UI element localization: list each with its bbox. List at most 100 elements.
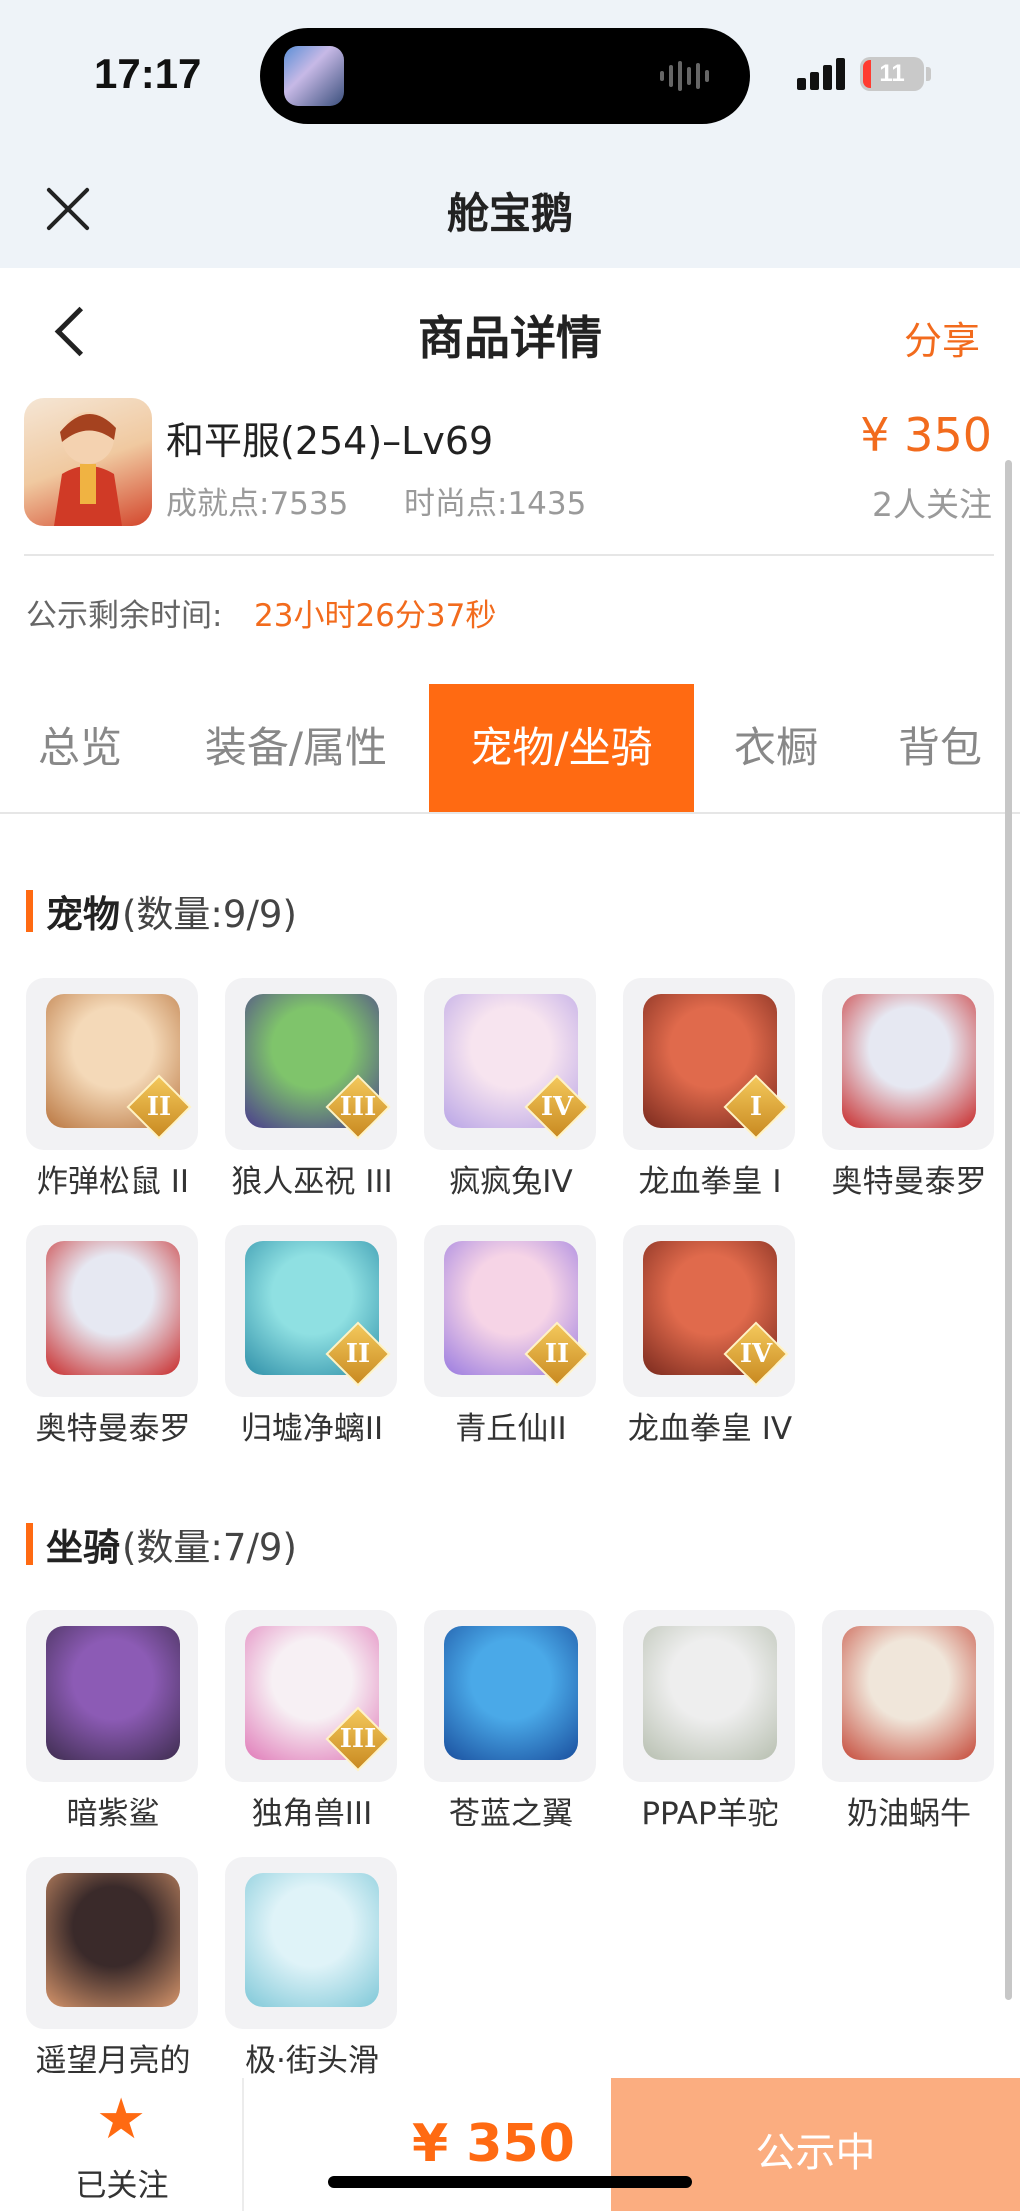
tier-badge-label: III <box>339 1724 377 1754</box>
item-name: 狼人巫祝 III <box>231 1164 393 1200</box>
item-image <box>623 1610 795 1782</box>
item-image <box>26 1225 198 1397</box>
item-card[interactable]: I 龙血拳皇 I <box>623 978 798 1201</box>
home-indicator[interactable] <box>328 2176 692 2188</box>
app-title: 舱宝鹅 <box>446 189 573 238</box>
follow-label: 已关注 <box>75 2168 169 2204</box>
item-name: 遥望月亮的 <box>35 2043 191 2079</box>
item-name: 青丘仙II <box>455 1411 567 1447</box>
item-name: 暗紫鲨 <box>66 1796 160 1832</box>
item-image: III <box>225 978 397 1150</box>
tier-badge-label: I <box>749 1092 763 1122</box>
countdown-label: 公示剩余时间: <box>26 598 223 634</box>
item-name: PPAP羊驼 <box>641 1796 779 1832</box>
pig-mount-icon <box>46 1873 180 2007</box>
pets-section-header: 宠物 (数量:9/9) <box>26 884 426 936</box>
tab-pets-mounts[interactable]: 宠物/坐骑 <box>429 684 694 812</box>
page-title: 商品详情 <box>418 311 602 365</box>
item-image <box>822 1610 994 1782</box>
battery-icon: 11 <box>860 57 924 91</box>
item-image: III <box>225 1610 397 1782</box>
item-card[interactable]: 极·街头滑 <box>225 1857 400 2080</box>
item-card[interactable]: III 狼人巫祝 III <box>225 978 400 1201</box>
item-image <box>26 1610 198 1782</box>
item-card[interactable]: IV 龙血拳皇 IV <box>623 1225 798 1448</box>
tier-badge-label: III <box>339 1092 377 1122</box>
item-card[interactable]: 奥特曼泰罗 <box>26 1225 201 1448</box>
blue-dragon-mount-icon <box>444 1626 578 1760</box>
item-name: 龙血拳皇 I <box>638 1164 782 1200</box>
share-button[interactable]: 分享 <box>904 310 980 365</box>
snail-mount-icon <box>842 1626 976 1760</box>
section-count: (数量:7/9) <box>122 1526 297 1569</box>
item-image: II <box>424 1225 596 1397</box>
tier-badge-label: II <box>544 1339 570 1369</box>
public-status-button[interactable]: 公示中 <box>611 2078 1020 2211</box>
top-header: 17:17 11 舱宝鹅 <box>0 0 1020 268</box>
section-title: 坐骑 <box>46 1526 120 1569</box>
star-icon: ★ <box>96 2087 147 2152</box>
item-name: 独角兽III <box>251 1796 373 1832</box>
item-card[interactable]: 苍蓝之翼 <box>424 1610 599 1833</box>
tab-overview[interactable]: 总览 <box>0 684 160 812</box>
audio-wave-icon <box>660 60 720 92</box>
follow-button[interactable]: ★ 已关注 <box>0 2078 244 2211</box>
item-image: II <box>26 978 198 1150</box>
item-name: 苍蓝之翼 <box>449 1796 573 1832</box>
item-card[interactable]: 奥特曼泰罗 <box>822 978 997 1201</box>
tab-backpack[interactable]: 背包 <box>870 684 1010 812</box>
item-card[interactable]: III 独角兽III <box>225 1610 400 1833</box>
item-name: 奥特曼泰罗 <box>831 1164 987 1200</box>
now-playing-thumbnail <box>284 46 344 106</box>
section-title: 宠物 <box>46 893 120 936</box>
tier-badge-label: II <box>345 1339 371 1369</box>
ultraman-pet-icon <box>46 1241 180 1375</box>
tab-equipment[interactable]: 装备/属性 <box>180 684 412 812</box>
item-card[interactable]: 遥望月亮的 <box>26 1857 201 2080</box>
item-name: 奥特曼泰罗 <box>35 1411 191 1447</box>
item-name: 极·街头滑 <box>245 2043 379 2079</box>
item-card[interactable]: IV 疯疯兔IV <box>424 978 599 1201</box>
item-card[interactable]: 奶油蜗牛 <box>822 1610 997 1833</box>
tier-badge-label: II <box>146 1092 172 1122</box>
achievement-points: 成就点:7535 <box>166 486 349 522</box>
item-card[interactable]: II 炸弹松鼠 II <box>26 978 201 1201</box>
mounts-section-header: 坐骑 (数量:7/9) <box>26 1517 426 1569</box>
item-name: 炸弹松鼠 II <box>36 1164 190 1200</box>
alpaca-mount-icon <box>643 1626 777 1760</box>
product-name: 和平服(254)–Lv69 <box>166 419 494 463</box>
ultraman-pet-icon <box>842 994 976 1128</box>
status-label: 公示中 <box>755 2130 876 2176</box>
bottom-action-bar: ★ 已关注 ¥ 350 公示中 <box>0 2078 1020 2211</box>
item-image <box>424 1610 596 1782</box>
item-image: IV <box>623 1225 795 1397</box>
item-name: 奶油蜗牛 <box>847 1796 971 1832</box>
item-card[interactable]: II 归墟净螭II <box>225 1225 400 1448</box>
tier-badge-label: IV <box>540 1092 574 1122</box>
skateboard-mount-icon <box>245 1873 379 2007</box>
product-price: ¥ 350 <box>860 408 992 462</box>
item-image: I <box>623 978 795 1150</box>
fashion-points: 时尚点:1435 <box>404 486 587 522</box>
item-name: 疯疯兔IV <box>449 1164 573 1200</box>
battery-level: 11 <box>879 60 905 87</box>
cellular-signal-icon <box>797 58 847 90</box>
divider <box>0 812 1020 814</box>
countdown-value: 23小时26分37秒 <box>254 598 497 634</box>
item-card[interactable]: II 青丘仙II <box>424 1225 599 1448</box>
scrollbar[interactable] <box>1005 460 1012 2000</box>
item-image: IV <box>424 978 596 1150</box>
item-name: 龙血拳皇 IV <box>627 1411 793 1447</box>
divider <box>24 554 994 556</box>
item-name: 归墟净螭II <box>240 1411 384 1447</box>
item-image <box>225 1857 397 2029</box>
follower-count: 2人关注 <box>872 485 992 524</box>
item-image <box>26 1857 198 2029</box>
item-card[interactable]: 暗紫鲨 <box>26 1610 201 1833</box>
tier-badge-label: IV <box>739 1339 773 1369</box>
item-card[interactable]: PPAP羊驼 <box>623 1610 798 1833</box>
shark-mount-icon <box>46 1626 180 1760</box>
tab-wardrobe[interactable]: 衣橱 <box>710 684 842 812</box>
item-image <box>822 978 994 1150</box>
section-count: (数量:9/9) <box>122 893 297 936</box>
